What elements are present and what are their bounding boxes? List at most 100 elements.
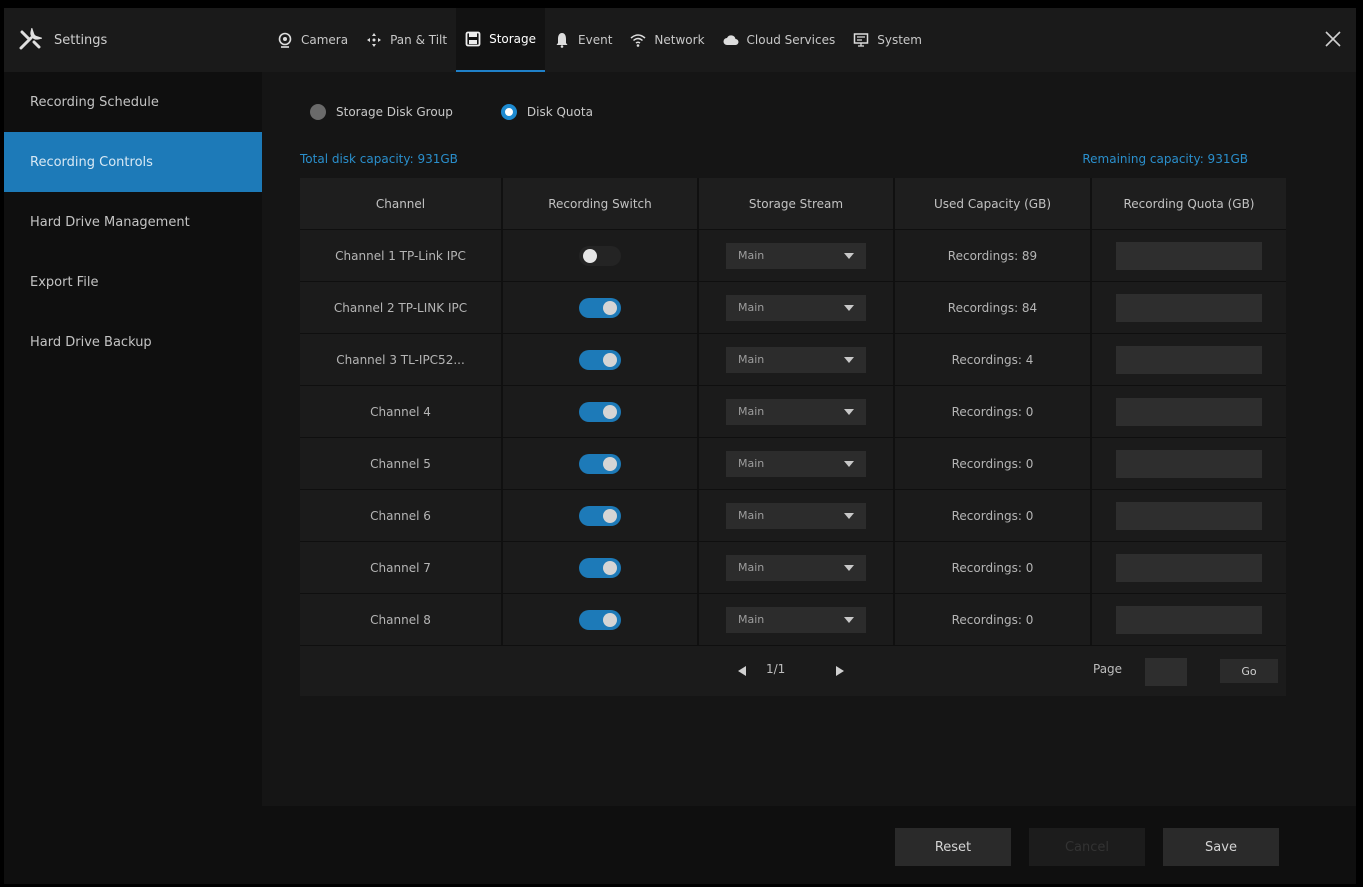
table-row: Channel 8 Main Recordings: 0 bbox=[300, 594, 1286, 646]
tab-network[interactable]: Network bbox=[621, 8, 713, 72]
tab-system[interactable]: System bbox=[844, 8, 931, 72]
go-button[interactable]: Go bbox=[1220, 659, 1278, 683]
recording-switch-cell bbox=[503, 438, 699, 489]
table-row: Channel 1 TP-Link IPC Main Recordings: 89 bbox=[300, 230, 1286, 282]
select-value: Main bbox=[738, 613, 765, 626]
recording-quota-cell bbox=[1092, 334, 1286, 385]
recording-switch-toggle[interactable] bbox=[579, 453, 621, 474]
tab-pan-tilt[interactable]: Pan & Tilt bbox=[357, 8, 456, 72]
tab-label: Network bbox=[654, 33, 705, 47]
used-capacity: Recordings: 0 bbox=[895, 438, 1092, 489]
pan-tilt-icon bbox=[367, 33, 382, 47]
used-capacity: Recordings: 89 bbox=[895, 230, 1092, 281]
channel-table: Channel Recording Switch Storage Stream … bbox=[300, 178, 1286, 696]
radio-label: Storage Disk Group bbox=[336, 105, 453, 119]
recording-switch-cell bbox=[503, 282, 699, 333]
recording-switch-cell bbox=[503, 542, 699, 593]
tab-label: Camera bbox=[301, 33, 349, 47]
chevron-down-icon bbox=[844, 512, 854, 519]
sidebar-item-recording-controls[interactable]: Recording Controls bbox=[4, 132, 262, 192]
used-capacity: Recordings: 0 bbox=[895, 490, 1092, 541]
storage-stream-select[interactable]: Main bbox=[726, 554, 866, 581]
reset-button[interactable]: Reset bbox=[895, 828, 1011, 866]
tab-bar: Camera Pan & Tilt Storage Event Network … bbox=[268, 8, 931, 72]
next-page-icon[interactable] bbox=[836, 666, 844, 676]
recording-quota-input[interactable] bbox=[1116, 449, 1262, 478]
recording-quota-input[interactable] bbox=[1116, 605, 1262, 634]
recording-switch-toggle[interactable] bbox=[579, 609, 621, 630]
recording-quota-input[interactable] bbox=[1116, 553, 1262, 582]
column-header: Storage Stream bbox=[699, 178, 895, 229]
tab-cloud-services[interactable]: Cloud Services bbox=[714, 8, 845, 72]
recording-switch-cell bbox=[503, 334, 699, 385]
sidebar-item-export-file[interactable]: Export File bbox=[4, 252, 262, 312]
radio-disk-quota[interactable]: Disk Quota bbox=[500, 104, 593, 120]
recording-switch-toggle[interactable] bbox=[579, 297, 621, 318]
storage-stream-cell: Main bbox=[699, 542, 895, 593]
recording-quota-input[interactable] bbox=[1116, 501, 1262, 530]
recording-switch-toggle[interactable] bbox=[579, 505, 621, 526]
select-value: Main bbox=[738, 353, 765, 366]
event-icon bbox=[556, 33, 568, 48]
cancel-button[interactable]: Cancel bbox=[1029, 828, 1145, 866]
page-indicator: 1/1 bbox=[766, 662, 786, 676]
settings-label: Settings bbox=[54, 32, 108, 48]
recording-switch-cell bbox=[503, 490, 699, 541]
close-button[interactable] bbox=[1320, 26, 1346, 52]
used-capacity: Recordings: 0 bbox=[895, 386, 1092, 437]
sidebar-item-recording-schedule[interactable]: Recording Schedule bbox=[4, 72, 262, 132]
storage-stream-select[interactable]: Main bbox=[726, 346, 866, 373]
recording-switch-cell bbox=[503, 386, 699, 437]
chevron-down-icon bbox=[844, 460, 854, 467]
channel-name: Channel 4 bbox=[300, 386, 503, 437]
tab-event[interactable]: Event bbox=[545, 8, 621, 72]
tab-label: System bbox=[877, 33, 922, 47]
chevron-down-icon bbox=[844, 616, 854, 623]
recording-quota-input[interactable] bbox=[1116, 397, 1262, 426]
storage-stream-select[interactable]: Main bbox=[726, 606, 866, 633]
storage-stream-cell: Main bbox=[699, 438, 895, 489]
storage-stream-cell: Main bbox=[699, 386, 895, 437]
storage-stream-select[interactable]: Main bbox=[726, 294, 866, 321]
radio-label: Disk Quota bbox=[526, 105, 593, 119]
sidebar-item-hard-drive-backup[interactable]: Hard Drive Backup bbox=[4, 312, 262, 372]
tab-camera[interactable]: Camera bbox=[268, 8, 357, 72]
page-number-input[interactable] bbox=[1145, 658, 1187, 686]
sidebar-item-hard-drive-management[interactable]: Hard Drive Management bbox=[4, 192, 262, 252]
prev-page-icon[interactable] bbox=[738, 666, 746, 676]
table-row: Channel 7 Main Recordings: 0 bbox=[300, 542, 1286, 594]
channel-name: Channel 2 TP-LINK IPC bbox=[300, 282, 503, 333]
column-header: Used Capacity (GB) bbox=[895, 178, 1092, 229]
radio-storage-disk-group[interactable]: Storage Disk Group bbox=[310, 104, 453, 120]
recording-quota-input[interactable] bbox=[1116, 345, 1262, 374]
chevron-down-icon bbox=[844, 564, 854, 571]
recording-quota-input[interactable] bbox=[1116, 293, 1262, 322]
storage-stream-cell: Main bbox=[699, 230, 895, 281]
tab-storage[interactable]: Storage bbox=[456, 8, 546, 72]
storage-stream-select[interactable]: Main bbox=[726, 242, 866, 269]
recording-switch-toggle[interactable] bbox=[579, 349, 621, 370]
table-row: Channel 3 TL-IPC52... Main Recordings: 4 bbox=[300, 334, 1286, 386]
used-capacity: Recordings: 0 bbox=[895, 542, 1092, 593]
storage-stream-select[interactable]: Main bbox=[726, 398, 866, 425]
top-bar: Settings Camera Pan & Tilt Storage Event… bbox=[4, 8, 1356, 72]
close-icon bbox=[1325, 31, 1341, 47]
chevron-down-icon bbox=[844, 408, 854, 415]
main-content: Storage Disk Group Disk Quota Total disk… bbox=[262, 72, 1356, 806]
recording-quota-input[interactable] bbox=[1116, 241, 1262, 270]
select-value: Main bbox=[738, 301, 765, 314]
channel-name: Channel 6 bbox=[300, 490, 503, 541]
recording-switch-toggle[interactable] bbox=[579, 557, 621, 578]
storage-stream-select[interactable]: Main bbox=[726, 450, 866, 477]
storage-stream-select[interactable]: Main bbox=[726, 502, 866, 529]
table-row: Channel 6 Main Recordings: 0 bbox=[300, 490, 1286, 542]
tab-label: Event bbox=[578, 33, 613, 47]
column-header: Recording Quota (GB) bbox=[1092, 178, 1286, 229]
recording-quota-cell bbox=[1092, 542, 1286, 593]
save-button[interactable]: Save bbox=[1163, 828, 1279, 866]
recording-switch-toggle[interactable] bbox=[579, 245, 621, 266]
system-icon bbox=[853, 33, 869, 47]
network-icon bbox=[630, 34, 646, 47]
recording-switch-cell bbox=[503, 594, 699, 645]
recording-switch-toggle[interactable] bbox=[579, 401, 621, 422]
